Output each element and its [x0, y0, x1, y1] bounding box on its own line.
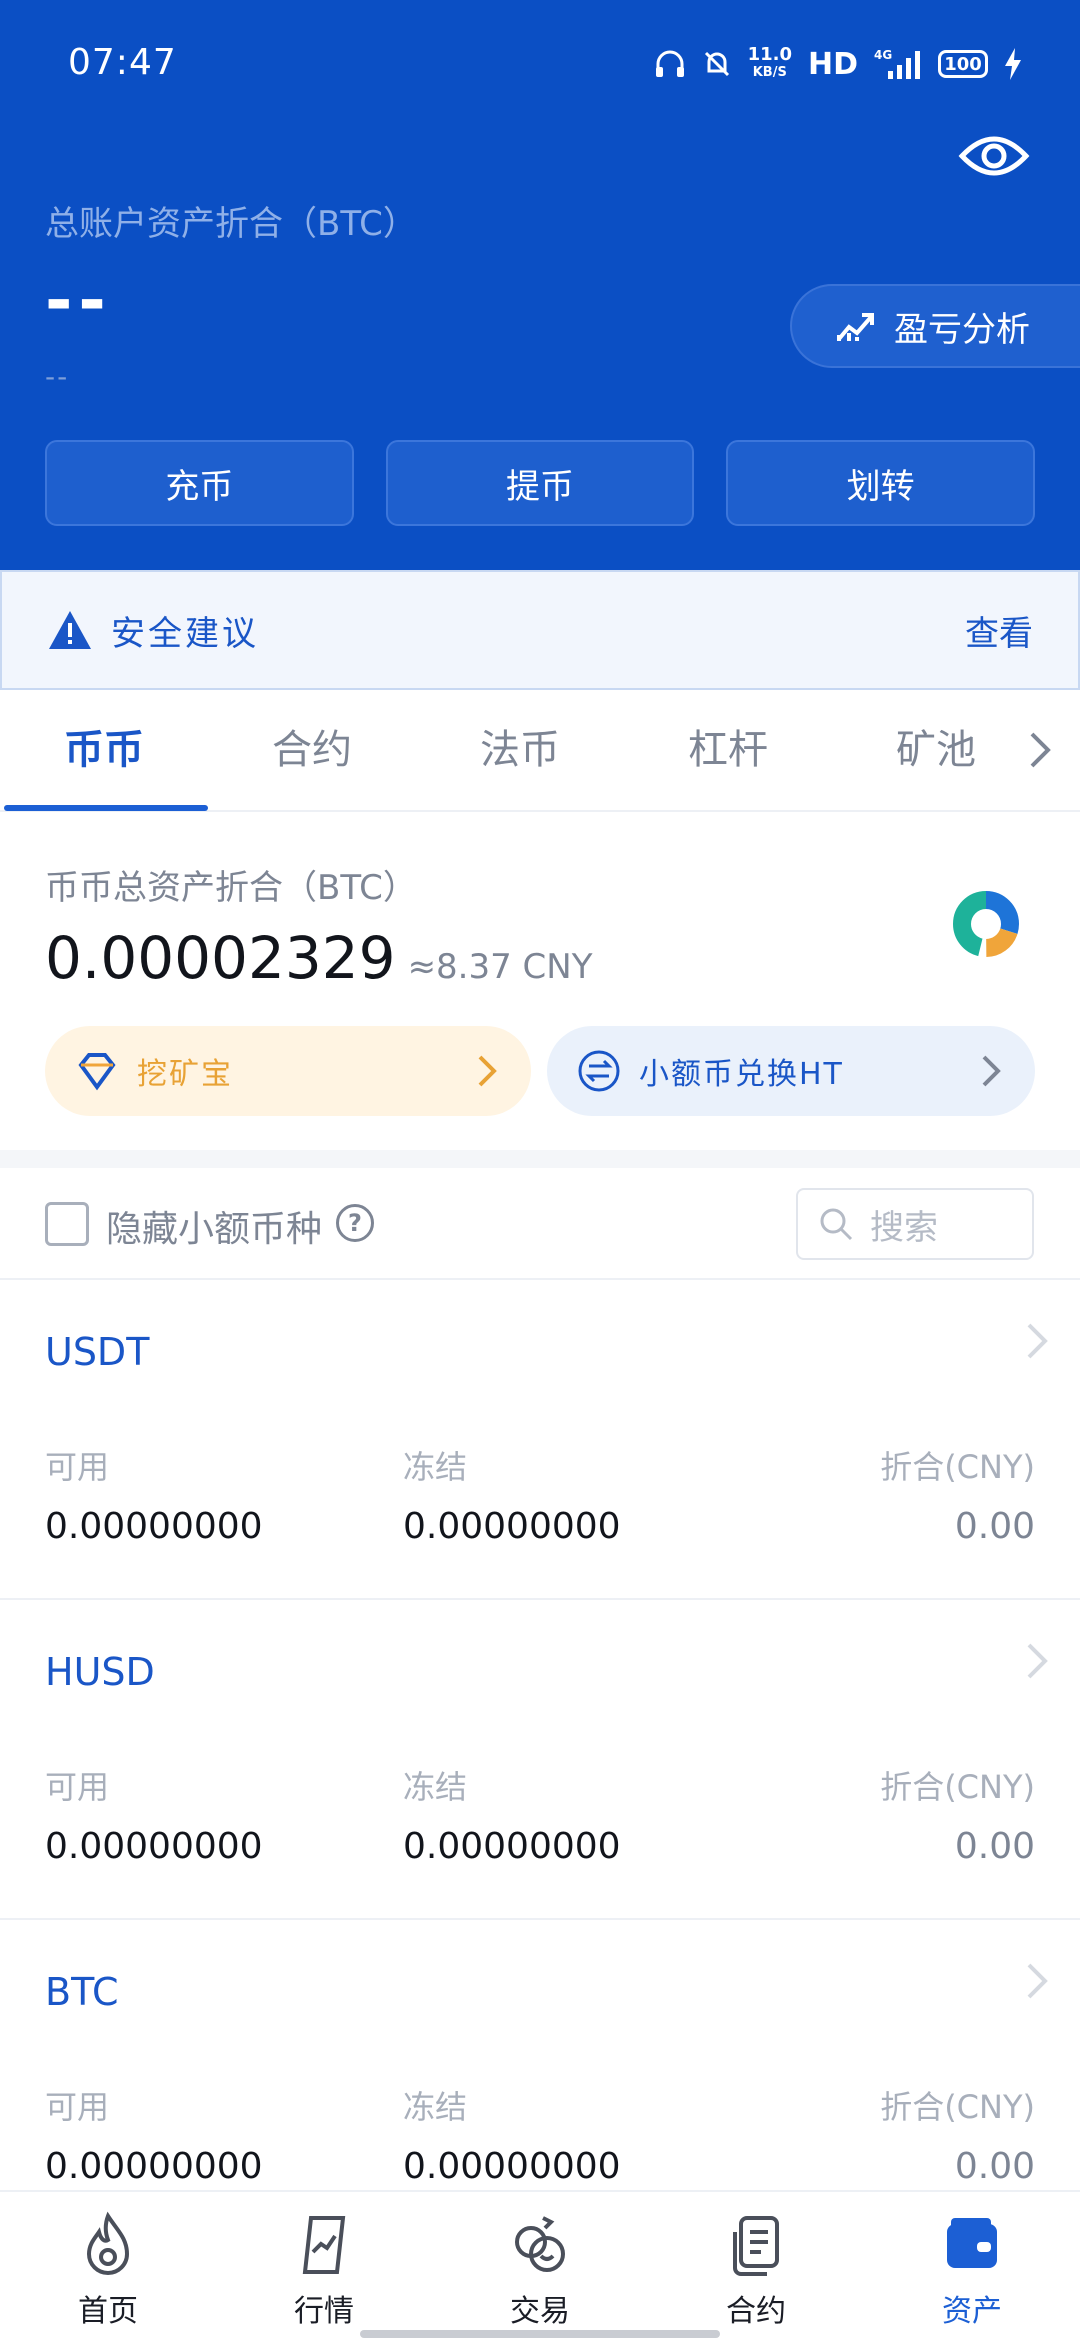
frozen-value: 0.00000000: [403, 2146, 621, 2187]
signal-icon: 4G: [874, 48, 920, 79]
total-assets-label: 总账户资产折合（BTC）: [45, 204, 417, 244]
network-type: 4G: [874, 48, 892, 62]
total-assets-sub: --: [45, 360, 70, 393]
nav-home[interactable]: 首页: [0, 2192, 216, 2340]
spot-assets-cny: ≈8.37 CNY: [407, 947, 593, 987]
search-icon: [820, 1208, 853, 1241]
tab-pool[interactable]: 矿池: [832, 689, 1040, 811]
hide-small-label[interactable]: 隐藏小额币种: [106, 1200, 322, 1252]
coin-name: HUSD: [45, 1650, 155, 1694]
chevron-right-icon: [1027, 1323, 1048, 1359]
flame-icon: [86, 2211, 130, 2275]
status-icons: 11.0 KB/S HD 4G 100: [654, 44, 1022, 84]
tab-contract[interactable]: 合约: [208, 689, 416, 811]
cny-value: 0.00: [954, 1826, 1035, 1867]
account-tabs: 币币 合约 法币 杠杆 矿池: [0, 690, 1080, 812]
cny-value: 0.00: [954, 2146, 1035, 2187]
spot-assets-btc: 0.00002329: [45, 924, 396, 992]
cny-label: 折合(CNY): [880, 2088, 1035, 2126]
nav-trade[interactable]: 交易: [432, 2192, 648, 2340]
mining-promo-label: 挖矿宝: [137, 1057, 233, 1092]
spot-assets-label: 币币总资产折合（BTC）: [45, 868, 417, 908]
chevron-right-icon: [1027, 1643, 1048, 1679]
coin-name: USDT: [45, 1330, 150, 1374]
hd-indicator: HD: [807, 46, 858, 82]
cny-label: 折合(CNY): [880, 1768, 1035, 1806]
chevron-right-icon: [1027, 1963, 1048, 1999]
headset-icon: [655, 50, 684, 77]
nav-contract[interactable]: 合约: [648, 2192, 864, 2340]
battery-indicator: 100: [938, 50, 988, 78]
asset-header: 07:47 11.0 KB/S HD 4G 100 总账户资产折合（BTC） --…: [0, 0, 1080, 570]
chevron-right-icon: [478, 1055, 497, 1087]
exchange-icon: [578, 1050, 620, 1092]
available-value: 0.00000000: [45, 1826, 263, 1867]
nav-trade-label: 交易: [510, 2294, 570, 2329]
transfer-button[interactable]: 划转: [726, 440, 1036, 526]
section-divider: [0, 1150, 1080, 1168]
small-coin-swap-label: 小额币兑换HT: [639, 1057, 844, 1092]
contract-document-icon: [733, 2216, 779, 2276]
available-label: 可用: [45, 1448, 110, 1486]
pie-chart-icon[interactable]: [952, 890, 1020, 958]
chevron-right-icon[interactable]: [1028, 730, 1052, 770]
help-icon[interactable]: ?: [336, 1204, 374, 1242]
mining-promo-button[interactable]: 挖矿宝: [45, 1026, 531, 1116]
small-coin-swap-button[interactable]: 小额币兑换HT: [547, 1026, 1035, 1116]
available-label: 可用: [45, 1768, 110, 1806]
filter-row: 隐藏小额币种 ? 搜索: [0, 1168, 1080, 1280]
warning-icon: [49, 611, 91, 649]
cny-label: 折合(CNY): [880, 1448, 1035, 1486]
promo-row: 挖矿宝 小额币兑换HT: [45, 1026, 1035, 1116]
nav-contract-label: 合约: [726, 2294, 786, 2329]
security-title: 安全建议: [111, 613, 259, 654]
status-time: 07:47: [68, 42, 177, 83]
security-view-link[interactable]: 查看: [965, 606, 1033, 655]
action-row: 充币 提币 划转: [45, 440, 1036, 526]
coin-name: BTC: [45, 1970, 119, 2014]
spot-assets-value: 0.00002329 ≈8.37 CNY: [45, 924, 593, 992]
nav-assets[interactable]: 资产: [864, 2192, 1080, 2340]
cny-value: 0.00: [954, 1506, 1035, 1547]
nav-home-label: 首页: [78, 2294, 138, 2329]
available-value: 0.00000000: [45, 1506, 263, 1547]
tab-spot[interactable]: 币币: [0, 689, 208, 811]
trend-chart-icon: [837, 313, 874, 341]
coin-row-usdt[interactable]: USDT 可用 冻结 折合(CNY) 0.00000000 0.00000000…: [0, 1280, 1080, 1600]
tab-fiat[interactable]: 法币: [416, 689, 624, 811]
home-indicator[interactable]: [360, 2330, 720, 2338]
available-value: 0.00000000: [45, 2146, 263, 2187]
net-speed: 11.0 KB/S: [747, 44, 792, 81]
charging-icon: [1005, 48, 1021, 80]
eye-icon[interactable]: [958, 128, 1030, 184]
hide-small-checkbox[interactable]: [45, 1202, 89, 1246]
total-assets-value: --: [45, 262, 112, 339]
diamond-icon: [78, 1053, 116, 1091]
wallet-icon: [947, 2218, 997, 2268]
frozen-label: 冻结: [403, 1768, 468, 1806]
deposit-button[interactable]: 充币: [45, 440, 354, 526]
tab-margin[interactable]: 杠杆: [624, 689, 832, 811]
chevron-right-icon: [982, 1055, 1001, 1087]
bottom-nav: 首页 行情 交易 合约 资产: [0, 2190, 1080, 2340]
search-placeholder: 搜索: [870, 1207, 938, 1248]
security-banner[interactable]: 安全建议 查看: [0, 570, 1080, 690]
nav-market[interactable]: 行情: [216, 2192, 432, 2340]
search-input[interactable]: 搜索: [796, 1188, 1034, 1260]
pnl-analysis-button[interactable]: 盈亏分析: [790, 284, 1080, 368]
withdraw-button[interactable]: 提币: [385, 440, 695, 526]
frozen-label: 冻结: [403, 1448, 468, 1486]
market-icon: [302, 2216, 346, 2274]
mute-bell-icon: [704, 51, 729, 77]
available-label: 可用: [45, 2088, 110, 2126]
frozen-value: 0.00000000: [403, 1826, 621, 1867]
pnl-analysis-label: 盈亏分析: [894, 309, 1030, 350]
nav-assets-label: 资产: [942, 2294, 1002, 2329]
trade-icon: [515, 2216, 565, 2272]
nav-market-label: 行情: [294, 2294, 354, 2329]
coin-row-husd[interactable]: HUSD 可用 冻结 折合(CNY) 0.00000000 0.00000000…: [0, 1600, 1080, 1920]
frozen-label: 冻结: [403, 2088, 468, 2126]
frozen-value: 0.00000000: [403, 1506, 621, 1547]
